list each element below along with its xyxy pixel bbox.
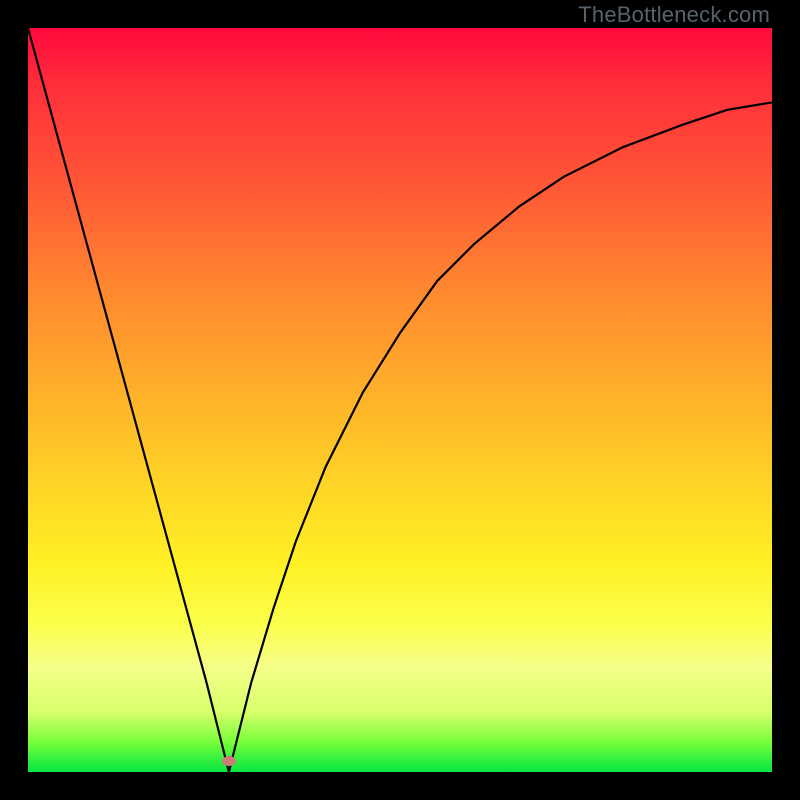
plot-area bbox=[28, 28, 772, 772]
watermark-text: TheBottleneck.com bbox=[578, 2, 770, 28]
curve-svg bbox=[28, 28, 772, 772]
bottleneck-curve bbox=[28, 28, 772, 772]
chart-frame: TheBottleneck.com bbox=[0, 0, 800, 800]
